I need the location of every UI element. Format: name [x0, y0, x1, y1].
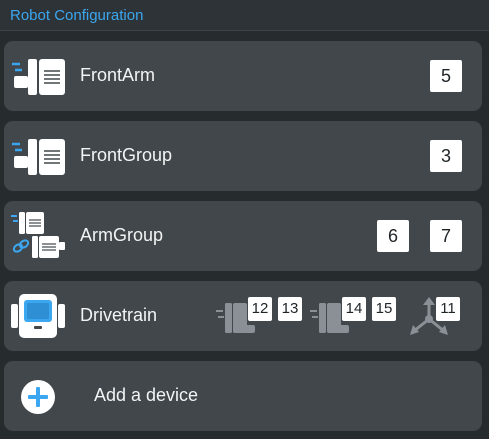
device-name: FrontGroup	[80, 145, 173, 165]
motor-icon	[12, 139, 65, 175]
port-badge: 3	[430, 140, 462, 172]
port-badge: 12	[248, 297, 272, 321]
device-card-drivetrain[interactable]: Drivetrain 12 13 14 15 11	[4, 281, 482, 351]
port-badge: 6	[377, 220, 409, 252]
port-badge: 14	[342, 297, 366, 321]
device-card-armgroup[interactable]: ArmGroup 6 7	[4, 201, 482, 271]
port-badge: 13	[278, 297, 302, 321]
port-badge: 5	[430, 60, 462, 92]
add-device-label: Add a device	[94, 385, 199, 405]
robot-configuration-panel: Robot Configuration FrontArm 5 FrontGrou…	[0, 0, 489, 439]
port-badge: 15	[372, 297, 396, 321]
device-name: ArmGroup	[80, 225, 164, 245]
device-card-frontgroup[interactable]: FrontGroup 3	[4, 121, 482, 191]
panel-header: Robot Configuration	[0, 0, 489, 31]
device-card-frontarm[interactable]: FrontArm 5	[4, 41, 482, 111]
plus-icon	[21, 380, 55, 414]
motor-group-icon	[11, 212, 65, 258]
device-name: Drivetrain	[80, 305, 158, 325]
brain-icon	[11, 294, 65, 338]
port-badge: 11	[436, 297, 460, 321]
add-device-button[interactable]: Add a device	[4, 361, 482, 431]
motor-icon	[12, 59, 65, 95]
device-name: FrontArm	[80, 65, 156, 85]
port-badge: 7	[430, 220, 462, 252]
panel-title: Robot Configuration	[10, 7, 144, 24]
